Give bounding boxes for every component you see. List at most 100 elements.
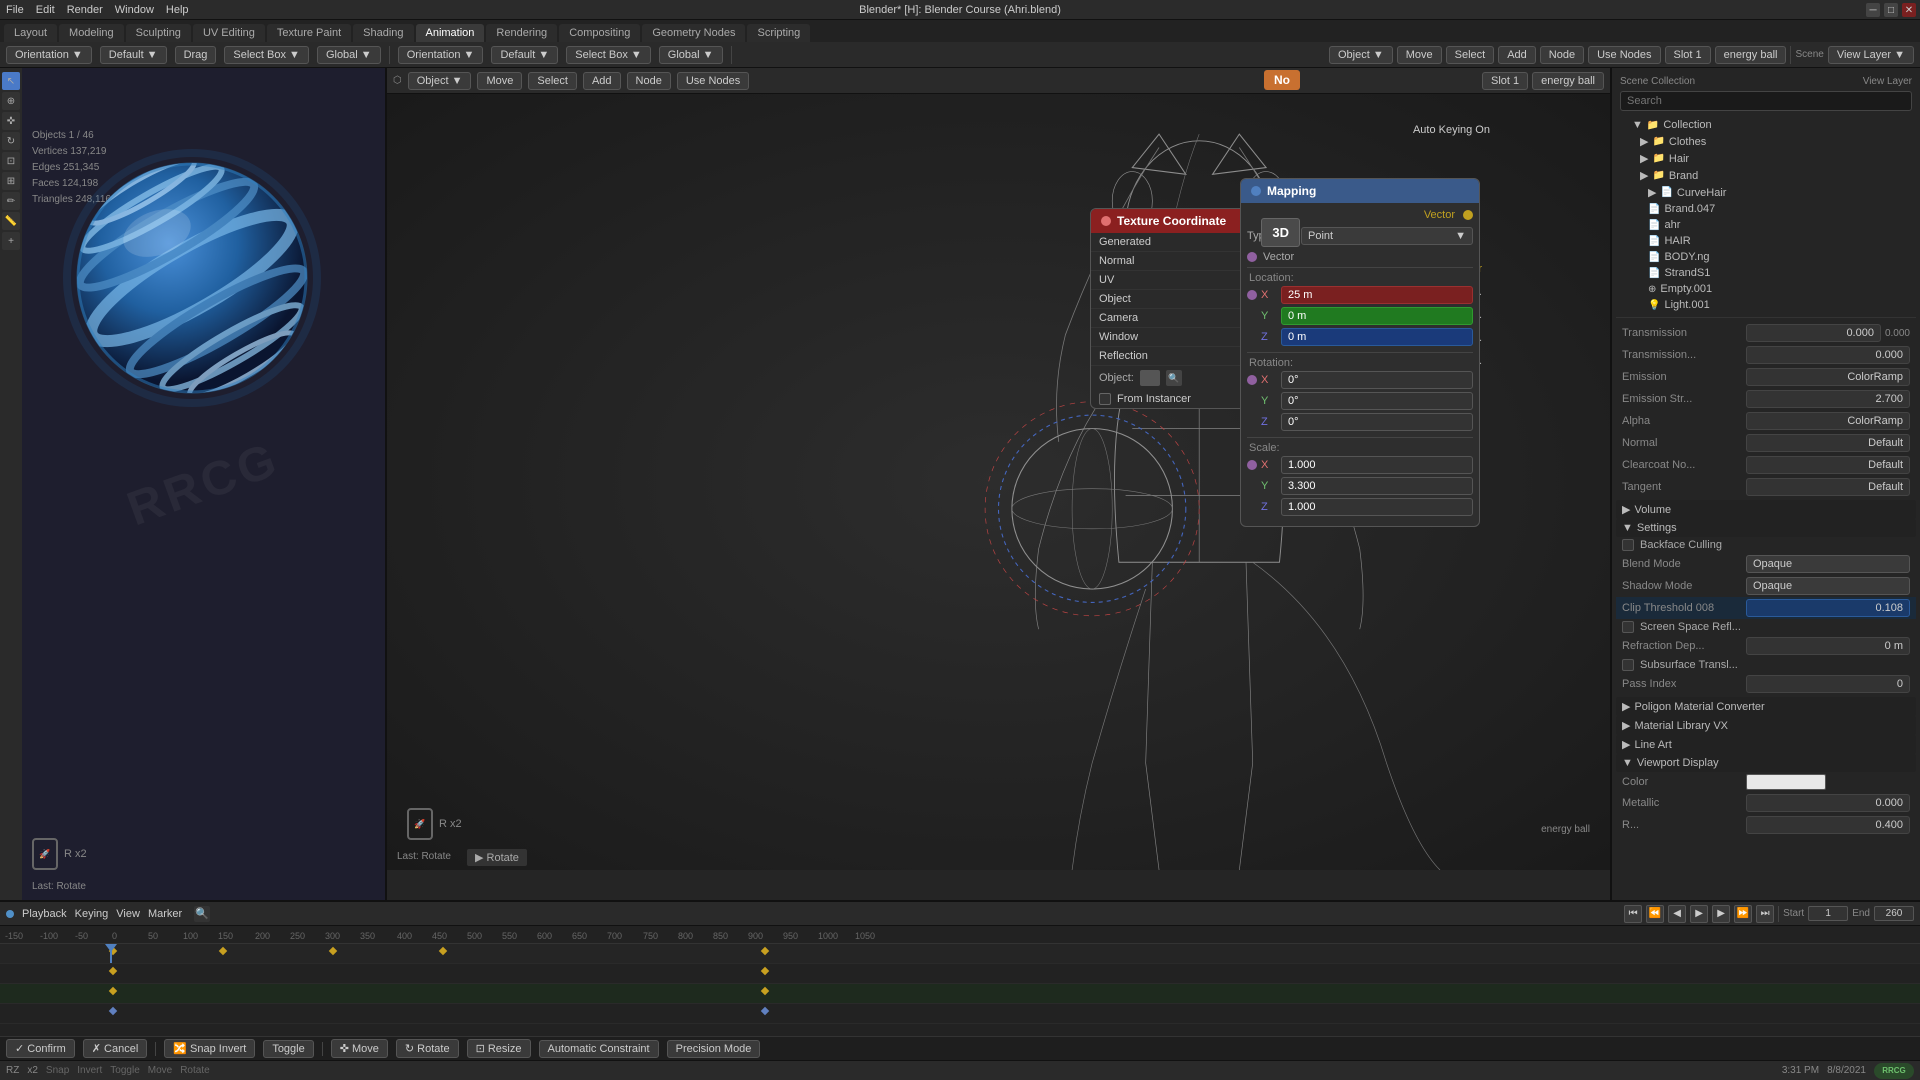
refraction-depth-value[interactable]: 0 m xyxy=(1746,637,1910,655)
tool-move[interactable]: ✜ xyxy=(2,112,20,130)
minimize-btn[interactable]: ─ xyxy=(1866,3,1880,17)
tangent-value[interactable]: Default xyxy=(1746,478,1910,496)
tool-measure[interactable]: 📏 xyxy=(2,212,20,230)
from-instancer-checkbox[interactable] xyxy=(1099,393,1111,405)
toolbar-default[interactable]: Default ▼ xyxy=(100,46,167,64)
toolbar-select-box2[interactable]: Select Box ▼ xyxy=(566,46,651,64)
loc-x-value[interactable]: 25 m xyxy=(1281,286,1473,304)
toolbar-slot[interactable]: Slot 1 xyxy=(1665,46,1711,64)
polygon-material-section[interactable]: ▶ Poligon Material Converter xyxy=(1616,697,1916,716)
col-empty001[interactable]: ⊕ Empty.001 xyxy=(1616,281,1916,297)
center-viewport[interactable]: RRCG ⬡ Object ▼ Move Select Add Node Use… xyxy=(387,68,1610,900)
color-swatch[interactable] xyxy=(1746,774,1826,790)
maximize-btn[interactable]: □ xyxy=(1884,3,1898,17)
scale-x-value[interactable]: 1.000 xyxy=(1281,456,1473,474)
screen-space-cb[interactable] xyxy=(1622,621,1634,633)
tool-scale[interactable]: ⊡ xyxy=(2,152,20,170)
menu-render[interactable]: Render xyxy=(67,4,103,16)
col-strands1[interactable]: 📄 StrandS1 xyxy=(1616,265,1916,281)
col-bodyng[interactable]: 📄 BODY.ng xyxy=(1616,249,1916,265)
cv-add[interactable]: Add xyxy=(583,72,621,90)
transmission-value[interactable]: 0.000 xyxy=(1746,324,1881,342)
col-collection[interactable]: ▼ 📁 Collection xyxy=(1616,117,1916,133)
rotate-btn-op[interactable]: ↻ Rotate xyxy=(396,1039,459,1058)
object-eyedropper[interactable]: 🔍 xyxy=(1166,370,1182,386)
col-brand[interactable]: ▶ 📁 Brand xyxy=(1616,167,1916,184)
rot-z-value[interactable]: 0° xyxy=(1281,413,1473,431)
snap-invert-btn[interactable]: 🔀 Snap Invert xyxy=(164,1039,255,1058)
toolbar-node[interactable]: Node xyxy=(1540,46,1584,64)
loc-socket[interactable] xyxy=(1247,290,1257,300)
toolbar-orientation2[interactable]: Orientation ▼ xyxy=(398,46,484,64)
tab-compositing[interactable]: Compositing xyxy=(559,24,640,42)
tl-end-frame[interactable]: 260 xyxy=(1874,906,1914,921)
cv-object-mode[interactable]: Object ▼ xyxy=(408,72,472,90)
scale-socket[interactable] xyxy=(1247,460,1257,470)
tab-shading[interactable]: Shading xyxy=(353,24,413,42)
col-curvehair[interactable]: ▶ 📄 CurveHair xyxy=(1616,184,1916,201)
blend-mode-dropdown[interactable]: Opaque xyxy=(1746,555,1910,573)
menu-edit[interactable]: Edit xyxy=(36,4,55,16)
col-brand047[interactable]: 📄 Brand.047 xyxy=(1616,201,1916,217)
clearcoat-value[interactable]: Default xyxy=(1746,456,1910,474)
move-btn[interactable]: ✜ Move xyxy=(331,1039,388,1058)
col-ahr[interactable]: 📄 ahr xyxy=(1616,217,1916,233)
tool-annotate[interactable]: ✏ xyxy=(2,192,20,210)
rot-x-value[interactable]: 0° xyxy=(1281,371,1473,389)
tab-scripting[interactable]: Scripting xyxy=(747,24,810,42)
col-hair[interactable]: ▶ 📁 Hair xyxy=(1616,150,1916,167)
toolbar-energy-ball[interactable]: energy ball xyxy=(1715,46,1787,64)
tl-jump-start[interactable]: ⏮ xyxy=(1624,905,1642,923)
cancel-btn[interactable]: ✗ Cancel xyxy=(83,1039,148,1058)
tool-select[interactable]: ↖ xyxy=(2,72,20,90)
toolbar-view-layer[interactable]: View Layer ▼ xyxy=(1828,46,1914,64)
scale-y-value[interactable]: 3.300 xyxy=(1281,477,1473,495)
toolbar-select[interactable]: Select xyxy=(1446,46,1495,64)
tab-animation[interactable]: Animation xyxy=(416,24,485,42)
tab-geometry-nodes[interactable]: Geometry Nodes xyxy=(642,24,745,42)
tab-sculpting[interactable]: Sculpting xyxy=(126,24,191,42)
scale-z-value[interactable]: 1.000 xyxy=(1281,498,1473,516)
tl-view[interactable]: View xyxy=(116,908,140,920)
close-btn[interactable]: ✕ xyxy=(1902,3,1916,17)
toolbar-global[interactable]: Global ▼ xyxy=(317,46,381,64)
toolbar-object-mode[interactable]: Object ▼ xyxy=(1329,46,1393,64)
toolbar-default2[interactable]: Default ▼ xyxy=(491,46,558,64)
tl-play[interactable]: ▶ xyxy=(1690,905,1708,923)
vector-out-socket[interactable] xyxy=(1463,210,1473,220)
toolbar-use-nodes[interactable]: Use Nodes xyxy=(1588,46,1660,64)
tool-cursor[interactable]: ⊕ xyxy=(2,92,20,110)
emission-str-value[interactable]: 2.700 xyxy=(1746,390,1910,408)
metallic-value[interactable]: 0.000 xyxy=(1746,794,1910,812)
transmission2-value[interactable]: 0.000 xyxy=(1746,346,1910,364)
toolbar-global2[interactable]: Global ▼ xyxy=(659,46,723,64)
search-input[interactable] xyxy=(1620,91,1912,111)
col-hair2[interactable]: 📄 HAIR xyxy=(1616,233,1916,249)
rot-socket[interactable] xyxy=(1247,375,1257,385)
toolbar-add[interactable]: Add xyxy=(1498,46,1536,64)
toggle-btn[interactable]: Toggle xyxy=(263,1040,313,1058)
tl-jump-prev-frame[interactable]: ◀ xyxy=(1668,905,1686,923)
toolbar-select-box[interactable]: Select Box ▼ xyxy=(224,46,309,64)
left-viewport[interactable]: RRCG Objects 1 / 46 Vertices 137,219 Edg… xyxy=(22,68,387,900)
cv-use-nodes[interactable]: Use Nodes xyxy=(677,72,749,90)
resize-btn[interactable]: ⊡ Resize xyxy=(467,1039,531,1058)
col-clothes[interactable]: ▶ 📁 Clothes xyxy=(1616,133,1916,150)
tl-keying[interactable]: Keying xyxy=(75,908,109,920)
cv-select[interactable]: Select xyxy=(528,72,577,90)
backface-checkbox[interactable] xyxy=(1622,539,1634,551)
alpha-value[interactable]: ColorRamp xyxy=(1746,412,1910,430)
tab-texture-paint[interactable]: Texture Paint xyxy=(267,24,351,42)
tool-rotate[interactable]: ↻ xyxy=(2,132,20,150)
tl-jump-next-frame[interactable]: ▶ xyxy=(1712,905,1730,923)
menu-window[interactable]: Window xyxy=(115,4,154,16)
vector-in-socket[interactable] xyxy=(1247,252,1257,262)
tl-search-icon[interactable]: 🔍 xyxy=(194,906,210,922)
precision-mode-btn[interactable]: Precision Mode xyxy=(667,1040,761,1058)
cv-slot[interactable]: Slot 1 xyxy=(1482,72,1528,90)
toolbar-orientation[interactable]: Orientation ▼ xyxy=(6,46,92,64)
clip-threshold-value[interactable]: 0.108 xyxy=(1746,599,1910,617)
tl-start-frame[interactable]: 1 xyxy=(1808,906,1848,921)
tl-playback[interactable]: Playback xyxy=(22,908,67,920)
material-library-section[interactable]: ▶ Material Library VX xyxy=(1616,716,1916,735)
